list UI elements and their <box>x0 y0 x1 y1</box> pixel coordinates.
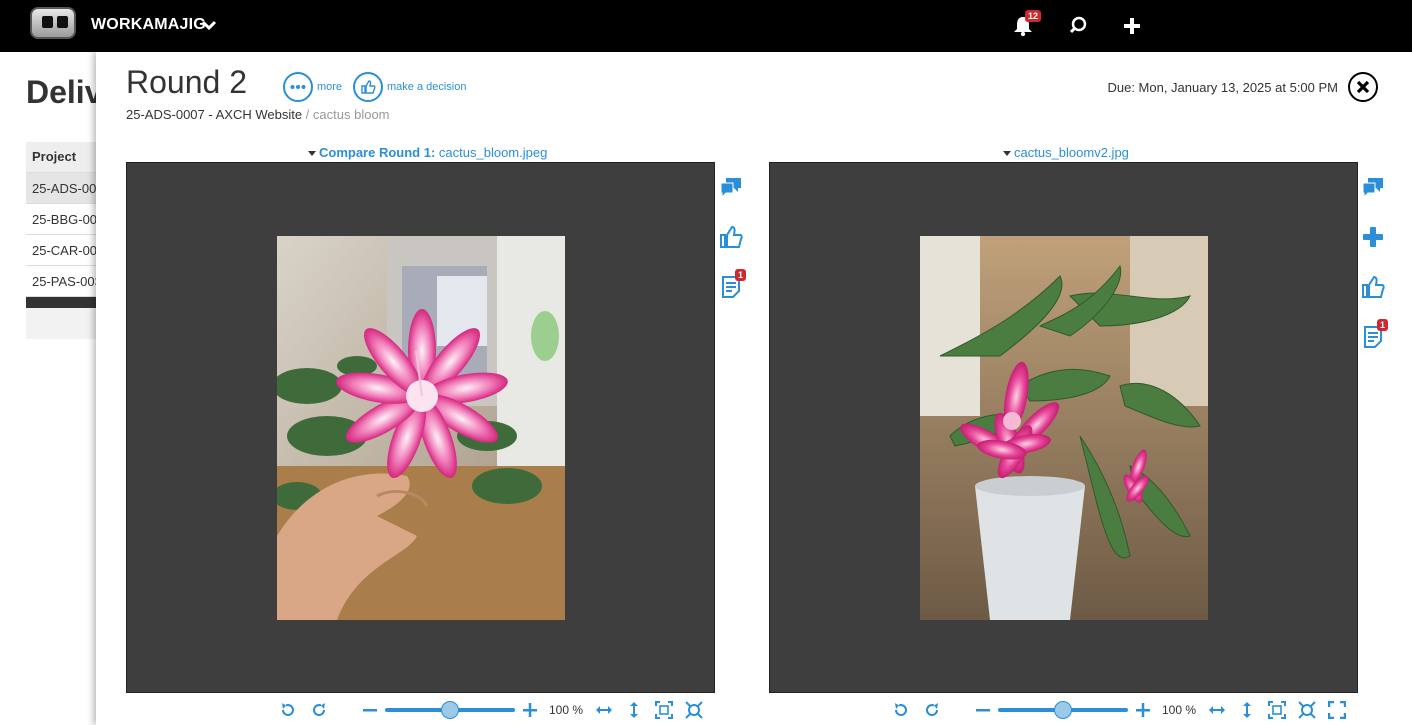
left-viewer-toolbar: 100 % <box>277 698 705 722</box>
fit-height-icon[interactable] <box>623 699 645 721</box>
chevron-down-icon[interactable] <box>201 14 217 36</box>
breadcrumb-item: cactus bloom <box>312 107 390 122</box>
more-icon <box>283 72 313 102</box>
cactus-bloom-photo-v2 <box>920 236 1208 620</box>
compare-round-selector[interactable]: Compare Round 1: cactus_bloom.jpeg <box>308 145 547 160</box>
make-decision-label: make a decision <box>387 81 467 93</box>
round-title: Round 2 <box>126 64 247 100</box>
background-page-title: Deliv <box>26 74 103 110</box>
compare-round-label: Compare Round 1: <box>319 145 436 160</box>
right-file-name: cactus_bloomv2.jpg <box>1014 145 1129 160</box>
right-image-viewer[interactable] <box>769 162 1358 693</box>
notes-count-badge: 1 <box>1377 319 1389 331</box>
background-project-table: Project 25-ADS-000 25-BBG-000 25-CAR-000… <box>26 142 106 339</box>
table-row[interactable]: 25-BBG-000 <box>26 204 106 235</box>
thumbs-up-icon[interactable] <box>1360 274 1386 300</box>
left-file-name: cactus_bloom.jpeg <box>438 145 548 160</box>
caret-down-icon <box>308 151 316 157</box>
thumbs-up-icon <box>353 72 383 102</box>
fullscreen-icon[interactable] <box>1326 699 1348 721</box>
review-panel: Round 2 more make a decision 25-ADS-0007… <box>96 52 1412 725</box>
notification-count-badge: 12 <box>1025 10 1042 22</box>
table-row[interactable]: 25-CAR-000 <box>26 235 106 266</box>
table-row[interactable]: 25-ADS-000 <box>26 173 106 204</box>
zoom-in-icon[interactable] <box>1132 699 1154 721</box>
make-decision-button[interactable]: make a decision <box>353 72 467 102</box>
comments-icon[interactable] <box>1360 174 1386 200</box>
close-icon <box>1356 80 1370 94</box>
thumbs-up-icon[interactable] <box>718 224 744 250</box>
zoom-out-icon[interactable] <box>359 699 381 721</box>
add-icon[interactable] <box>1360 224 1386 250</box>
rotate-right-icon[interactable] <box>308 699 330 721</box>
fit-width-icon[interactable] <box>593 699 615 721</box>
fit-screen-icon[interactable] <box>1266 699 1288 721</box>
version-file-selector[interactable]: cactus_bloomv2.jpg <box>1003 145 1129 160</box>
left-image-viewer[interactable] <box>126 162 715 693</box>
zoom-in-icon[interactable] <box>519 699 541 721</box>
comments-icon[interactable] <box>718 174 744 200</box>
top-nav-bar: WORKAMAJIG 12 <box>0 0 1412 52</box>
due-date: Due: Mon, January 13, 2025 at 5:00 PM <box>1107 80 1338 95</box>
search-icon[interactable] <box>1065 13 1091 39</box>
rotate-left-icon[interactable] <box>890 699 912 721</box>
zoom-level: 100 % <box>1161 703 1197 717</box>
table-footer <box>26 308 106 339</box>
breadcrumb-project[interactable]: 25-ADS-0007 - AXCH Website <box>126 107 302 122</box>
workamajig-logo[interactable] <box>30 7 76 39</box>
table-row[interactable]: 25-PAS-003 <box>26 266 106 297</box>
table-footer-bar <box>26 297 106 308</box>
rotate-right-icon[interactable] <box>921 699 943 721</box>
zoom-slider[interactable] <box>385 701 515 719</box>
actual-size-icon[interactable] <box>683 699 705 721</box>
right-viewer-toolbar: 100 % <box>890 698 1348 722</box>
more-button[interactable]: more <box>283 72 342 102</box>
zoom-out-icon[interactable] <box>972 699 994 721</box>
fit-screen-icon[interactable] <box>653 699 675 721</box>
more-label: more <box>317 81 343 93</box>
zoom-level: 100 % <box>548 703 584 717</box>
caret-down-icon <box>1003 151 1011 157</box>
zoom-slider-handle[interactable] <box>441 701 459 719</box>
notes-count-badge: 1 <box>735 269 747 281</box>
fit-width-icon[interactable] <box>1206 699 1228 721</box>
close-button[interactable] <box>1348 72 1378 102</box>
cactus-bloom-photo-v1 <box>277 236 565 620</box>
actual-size-icon[interactable] <box>1296 699 1318 721</box>
zoom-slider[interactable] <box>998 701 1128 719</box>
table-header-project[interactable]: Project <box>26 142 106 173</box>
fit-height-icon[interactable] <box>1236 699 1258 721</box>
zoom-slider-handle[interactable] <box>1054 701 1072 719</box>
breadcrumb: 25-ADS-0007 - AXCH Website / cactus bloo… <box>126 107 390 122</box>
rotate-left-icon[interactable] <box>277 699 299 721</box>
add-icon[interactable] <box>1119 13 1145 39</box>
brand-name[interactable]: WORKAMAJIG <box>91 16 206 34</box>
